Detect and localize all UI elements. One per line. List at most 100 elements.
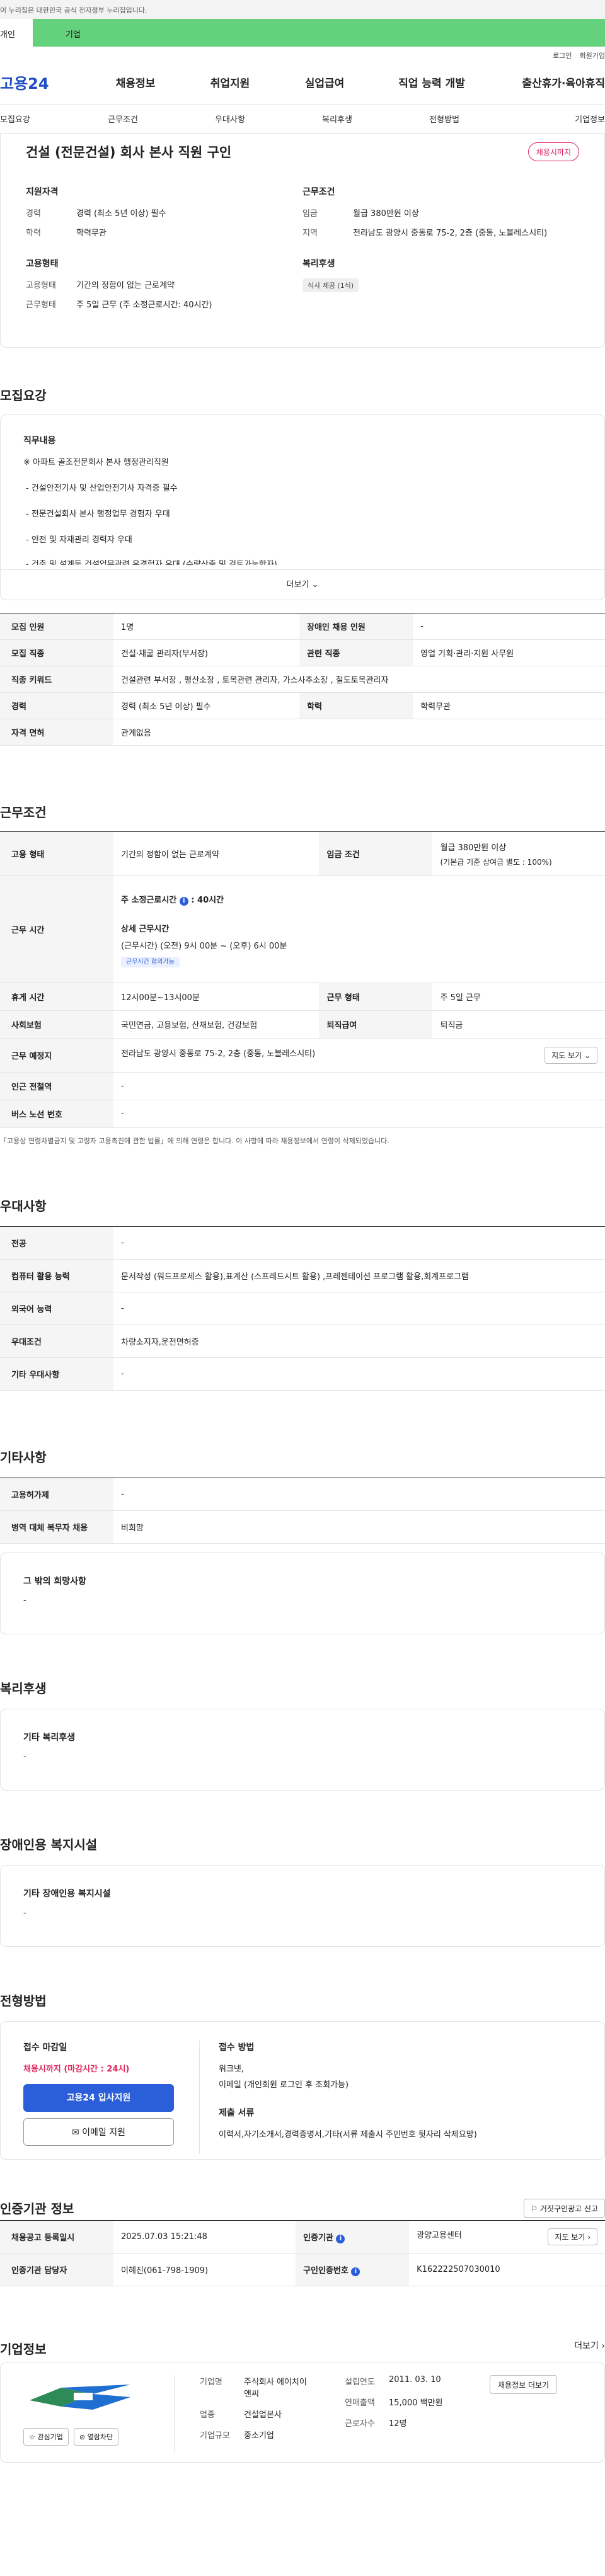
etc-table: 고용허가제 - 병역 대체 복무자 채용 비희망 — [0, 1478, 605, 1544]
info-icon[interactable]: i — [351, 2267, 360, 2276]
cell-value: 2025.07.03 15:21:48 — [113, 2220, 296, 2254]
favorite-company-button[interactable]: ☆ 관심기업 — [23, 2428, 69, 2446]
cell-label: 휴게 시간 — [0, 983, 113, 1011]
member-type-tabs: 개인 기업 — [0, 19, 605, 47]
cell-value: 문서작성 (워드프로세스 활용),표계산 (스프레드시트 활용) ,프레젠테이션… — [113, 1259, 605, 1292]
cell-label: 외국어 능력 — [0, 1292, 113, 1325]
duty-line: - 전문건설회사 본사 행정업무 경험자 우대 — [26, 510, 170, 519]
cell-value: 기간의 정함이 없는 근로계약 — [113, 831, 320, 876]
org-map-button[interactable]: 지도 보기 › — [548, 2228, 597, 2245]
wage-line: 월급 380만원 이상 — [440, 843, 507, 853]
cell-label: 자격 면허 — [0, 719, 113, 746]
cell-value: 12시00분~13시00분 — [113, 983, 320, 1011]
wage-value: 월급 380만원 이상 — [353, 209, 419, 219]
subnav-preference[interactable]: 우대사항 — [176, 113, 284, 125]
cell-label: 모집 인원 — [0, 613, 113, 640]
report-button[interactable]: ⚐ 거짓구인광고 신고 — [524, 2199, 605, 2218]
docs-heading: 제출 서류 — [219, 2108, 255, 2118]
cell-label: 근무 형태 — [319, 983, 433, 1011]
edu-label: 학력 — [26, 229, 41, 238]
cell-label: 버스 노선 번호 — [0, 1100, 113, 1128]
cell-value: 학력무관 — [413, 692, 605, 719]
block-company-button[interactable]: ⊘ 열람차단 — [73, 2428, 119, 2446]
status-badge: 채용시까지 — [527, 142, 579, 161]
cell-label: 퇴직급여 — [319, 1010, 433, 1039]
info-icon[interactable]: i — [179, 896, 188, 906]
area-label: 지역 — [302, 229, 318, 238]
cell-label: 인증기관 i — [296, 2220, 410, 2254]
cell-label: 고용허가제 — [0, 1478, 113, 1511]
exp-value: 경력 (최소 5년 이상) 필수 — [76, 209, 166, 219]
tab-corp[interactable]: 기업 — [33, 19, 605, 47]
more-toggle[interactable]: 더보기 ⌄ — [1, 569, 604, 600]
gnb-support[interactable]: 취업지원 — [189, 74, 271, 90]
gnb-jobs[interactable]: 채용정보 — [95, 74, 176, 90]
cell-value: 관계없음 — [113, 719, 605, 746]
qualification-heading: 지원자격 — [26, 187, 59, 197]
site-logo[interactable]: 고용24 — [0, 71, 95, 93]
sales-value: 15,000 백만원 — [389, 2398, 443, 2408]
info-icon[interactable]: i — [336, 2234, 345, 2243]
cell-label: 임금 조건 — [319, 831, 433, 876]
industry-label: 업종 — [200, 2410, 215, 2420]
qualification-block: 지원자격 경력 경력 (최소 5년 이상) 필수 학력 학력무관 — [26, 185, 302, 246]
no-label: 구인인증번호 — [303, 2265, 349, 2276]
cell-value: 영업 기획·관리·지원 사무원 — [413, 639, 605, 666]
preference-section-title: 우대사항 — [0, 1199, 47, 1214]
disabled-box-heading: 기타 장애인용 복지시설 — [23, 1889, 111, 1899]
apply-button[interactable]: 고용24 입사지원 — [23, 2084, 174, 2112]
cell-label: 경력 — [0, 692, 113, 719]
gnb-training[interactable]: 직업 능력 개발 — [384, 74, 479, 90]
deadline-value: 채용시까지 (마감시간 : 24시) — [23, 2065, 130, 2074]
duty-card: 직무내용 ※ 아파트 골조전문회사 본사 행정관리직원 - 건설안전기사 및 산… — [0, 414, 605, 600]
cell-label: 구인인증번호 i — [296, 2253, 410, 2286]
screening-card: 접수 마감일 채용시까지 (마감시간 : 24시) 고용24 입사지원 ✉ 이메… — [0, 2021, 605, 2160]
recruit-section-title: 모집요강 — [0, 388, 47, 403]
cert-table: 채용공고 등록일시 2025.07.03 15:21:48 인증기관 i 광양고용센터… — [0, 2220, 605, 2286]
size-value: 중소기업 — [244, 2431, 274, 2441]
subnav-screening[interactable]: 전형방법 — [391, 113, 498, 125]
cell-value: 국민연금, 고용보험, 산재보험, 건강보험 — [113, 1010, 320, 1039]
subnav-recruit[interactable]: 모집요강 — [0, 113, 69, 125]
conditions-section-title: 근무조건 — [0, 805, 47, 820]
wage-label: 임금 — [302, 209, 318, 219]
company-more-link[interactable]: 더보기 › — [574, 2339, 605, 2362]
subnav-welfare[interactable]: 복리후생 — [284, 113, 391, 125]
map-button[interactable]: 지도 보기 ⌄ — [544, 1047, 597, 1064]
tab-personal[interactable]: 개인 — [0, 19, 33, 47]
subnav-company[interactable]: 기업정보 — [498, 113, 605, 125]
conditions-table: 고용 형태 기간의 정함이 없는 근로계약 임금 조건 월급 380만원 이상 (기본급… — [0, 831, 605, 1128]
mail-icon: ✉ — [71, 2128, 79, 2138]
cell-value: 1명 — [113, 613, 300, 640]
industry-value: 건설업본사 — [244, 2410, 282, 2420]
gnb-leave[interactable]: 출산휴가·육아휴직 — [498, 74, 605, 90]
cell-label: 기타 우대사항 — [0, 1357, 113, 1391]
global-nav: 고용24 채용정보 취업지원 실업급여 직업 능력 개발 출산휴가·육아휴직 — [0, 60, 605, 105]
company-name-label: 기업명 — [200, 2378, 222, 2387]
cell-value: 건설관련 부서장 , 평산소장 , 토목관련 관리자, 가스사추소장 , 철도토… — [113, 666, 605, 693]
cell-value: - — [413, 613, 605, 640]
join-link[interactable]: 회원가입 — [580, 52, 605, 60]
report-icon: ⚐ — [531, 2204, 538, 2213]
duty-line: - 건축 및 설계등 건설업무관련 유경험자 우대 (수량산출 및 검토가능한자… — [26, 560, 277, 565]
recruit-table: 모집 인원 1명 장애인 채용 인원 - 모집 직종 건설·채굴 관리자(부서장) 관련 … — [0, 613, 605, 746]
company-name-value: 주식회사 에이치이앤씨 — [244, 2378, 307, 2399]
block-icon: ⊘ — [79, 2433, 86, 2441]
report-label: 거짓구인광고 신고 — [539, 2204, 598, 2213]
company-jobs-button[interactable]: 채용정보 더보기 — [490, 2375, 558, 2394]
established-label: 설립연도 — [345, 2378, 375, 2387]
org-map-label: 지도 보기 — [555, 2233, 585, 2242]
established-value: 2011. 03. 10 — [389, 2375, 441, 2385]
gnb-benefit[interactable]: 실업급여 — [284, 74, 366, 90]
subnav-conditions[interactable]: 근무조건 — [69, 113, 176, 125]
form-value: 주 5일 근무 (주 소정근로시간: 40시간) — [76, 300, 212, 310]
sales-label: 연매출액 — [345, 2398, 375, 2408]
cell-value: 차량소지자,운전면허증 — [113, 1325, 605, 1358]
preference-table: 전공 - 컴퓨터 활용 능력 문서작성 (워드프로세스 활용),표계산 (스프레드시… — [0, 1226, 605, 1391]
employees-label: 근로자수 — [345, 2419, 375, 2429]
login-link[interactable]: 로그인 — [553, 52, 572, 60]
place-cell: 전라남도 광양시 중동로 75-2, 2층 (중동, 노블레스시티) 지도 보기 … — [113, 1038, 605, 1073]
type-label: 고용형태 — [26, 281, 56, 290]
company-more-label: 더보기 — [574, 2341, 599, 2351]
email-apply-button[interactable]: ✉ 이메일 지원 — [23, 2118, 174, 2146]
